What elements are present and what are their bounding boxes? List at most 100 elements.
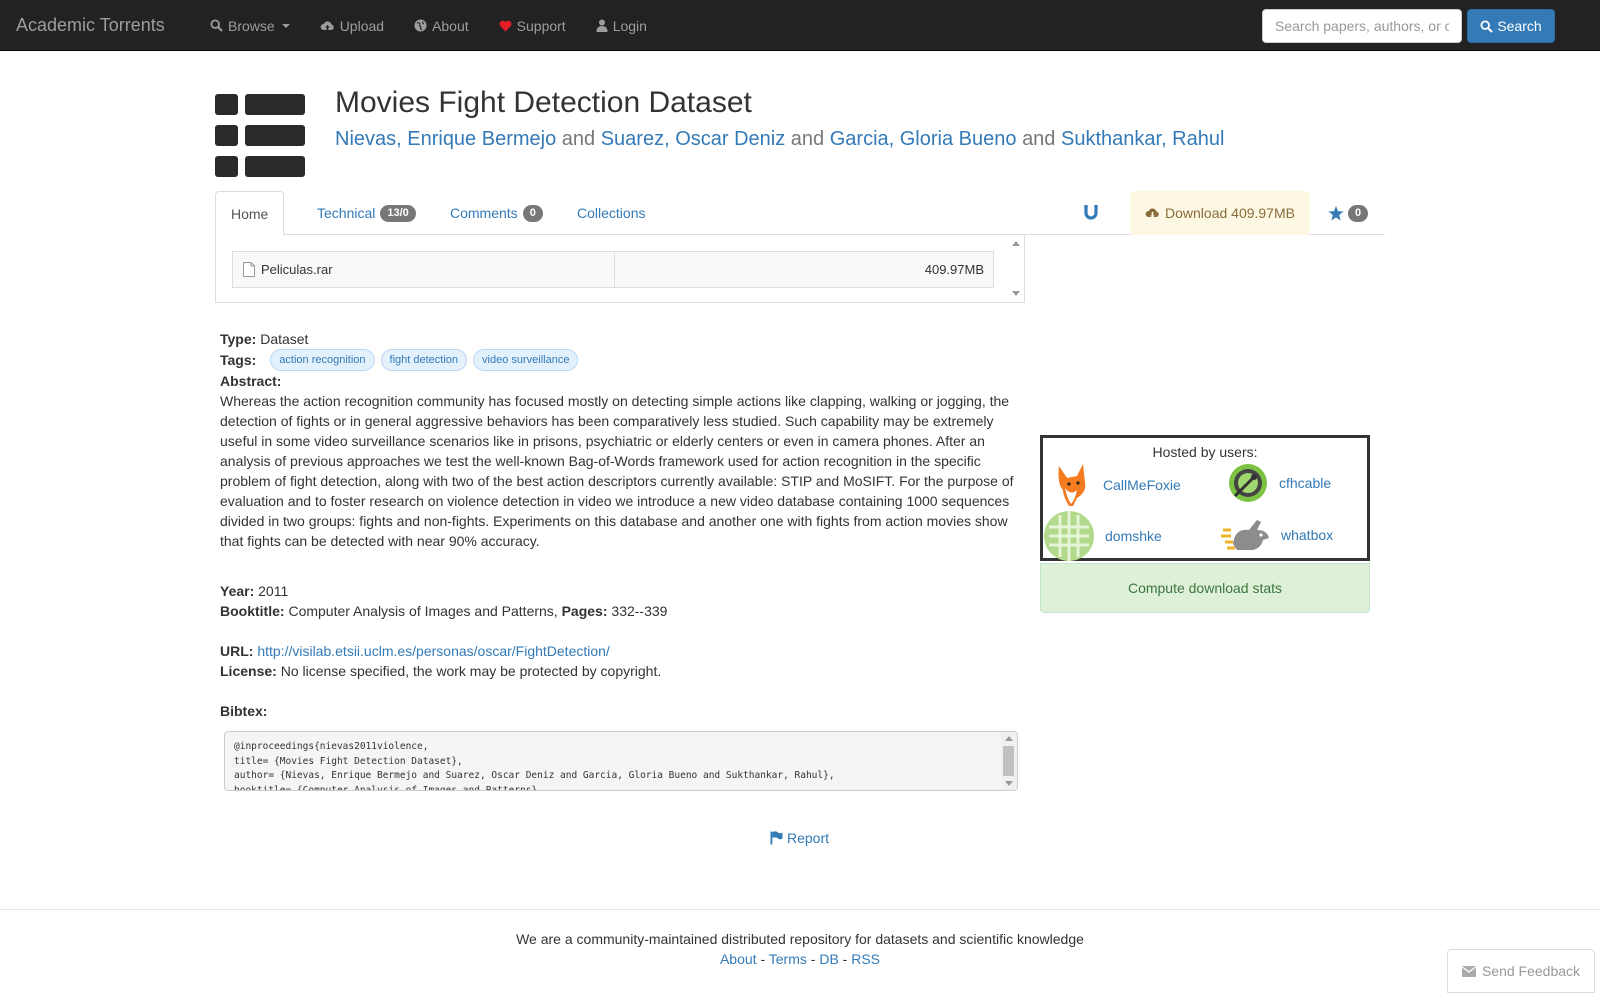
file-list: Peliculas.rar 409.97MB [215,235,1025,303]
footer-separator: - [842,951,852,967]
bibtex-textarea[interactable]: @inproceedings{nievas2011violence, title… [224,731,1018,791]
authors: Nievas, Enrique Bermejo and Suarez, Osca… [335,128,1224,151]
hosted-title: Hosted by users: [1152,444,1258,460]
host-link[interactable]: cfhcable [1279,475,1331,491]
author-separator: and [1022,128,1056,150]
nav-support-label: Support [516,17,566,34]
envelope-icon [1461,965,1476,977]
host-item[interactable]: whatbox [1221,516,1333,554]
host-link[interactable]: domshke [1105,528,1162,544]
abstract-label-text: Abstract: [220,373,282,389]
bibtex-text: @inproceedings{nievas2011violence, title… [234,741,835,791]
search-button[interactable]: Search [1467,9,1555,43]
brand-link[interactable]: Academic Torrents [16,15,165,36]
nav-about[interactable]: About [399,0,484,51]
compute-download-stats-button[interactable]: Compute download stats [1040,563,1370,613]
nav-menu: Browse Upload About Support Login [195,0,662,51]
host-item[interactable]: CallMeFoxie [1049,462,1181,508]
search-icon [210,19,223,32]
author-link[interactable]: Sukthankar, Rahul [1061,128,1224,150]
bibtex-label: Bibtex: [220,701,1020,721]
nav-upload[interactable]: Upload [305,0,399,51]
pages-label: Pages: [561,603,608,619]
technical-badge: 13/0 [380,204,416,222]
heart-icon [499,20,512,31]
tab-comments-label: Comments [450,205,518,221]
footer-db-link[interactable]: DB [819,951,838,967]
year-row: Year: 2011 [220,581,1020,601]
file-list-scrollbar[interactable] [1008,235,1024,302]
scroll-thumb[interactable] [1003,746,1014,776]
cloud-upload-icon [320,20,334,31]
host-link[interactable]: whatbox [1281,527,1333,543]
host-item[interactable]: domshke [1043,511,1162,561]
search-icon [1480,19,1494,33]
page-title: Movies Fight Detection Dataset [335,86,752,119]
footer-rss-link[interactable]: RSS [851,951,880,967]
footer-links: About - Terms - DB - RSS [0,951,1600,967]
host-item[interactable]: cfhcable [1227,462,1331,504]
file-row[interactable]: Peliculas.rar 409.97MB [232,251,994,288]
user-icon [596,19,608,32]
send-feedback-button[interactable]: Send Feedback [1447,949,1595,993]
url-row: URL: http://visilab.etsii.uclm.es/person… [220,641,1020,661]
author-link[interactable]: Suarez, Oscar Deniz [601,128,786,150]
url-label: URL: [220,643,254,659]
booktitle-row: Booktitle: Computer Analysis of Images a… [220,601,1020,621]
nav-browse[interactable]: Browse [195,0,305,51]
bibtex-scrollbar[interactable] [1001,732,1017,790]
author-separator: and [561,128,596,150]
pattern-avatar-icon [1044,511,1094,561]
pages-value: 332--339 [611,603,668,619]
license-label: License: [220,663,277,679]
star-icon [1328,205,1344,220]
nav-support[interactable]: Support [484,0,581,51]
license-value: No license specified, the work may be pr… [280,663,662,679]
year-label: Year: [220,583,255,599]
booktitle-label: Booktitle: [220,603,285,619]
search-input[interactable] [1262,9,1462,43]
tag-link[interactable]: video surveillance [473,349,579,371]
magnet-icon [1084,205,1098,220]
tab-bar: Home Technical 13/0 Comments 0 Collectio… [215,191,1385,236]
magnet-link-button[interactable] [1075,191,1107,235]
type-row: Type: Dataset [220,329,1020,349]
tab-collections-label: Collections [577,205,646,221]
url-link[interactable]: http://visilab.etsii.uclm.es/personas/os… [257,643,610,659]
tag-link[interactable]: fight detection [380,349,468,371]
tab-collections[interactable]: Collections [562,191,660,235]
file-size-cell: 409.97MB [615,252,993,287]
nav-login[interactable]: Login [581,0,662,51]
download-button[interactable]: Download 409.97MB [1130,191,1310,235]
footer-about-link[interactable]: About [720,951,757,967]
file-name: Peliculas.rar [261,262,333,277]
tab-home[interactable]: Home [215,191,285,236]
search-button-label: Search [1497,18,1542,34]
download-button-label: Download 409.97MB [1165,205,1295,221]
navbar: Academic Torrents Browse Upload About Su… [0,0,1600,51]
tab-technical-label: Technical [317,205,376,221]
globe-icon [414,19,427,32]
booktitle-value: Computer Analysis of Images and Patterns… [288,603,558,619]
star-button[interactable]: 0 [1320,191,1370,235]
author-link[interactable]: Garcia, Gloria Bueno [830,128,1017,150]
tag-link[interactable]: action recognition [270,349,375,371]
host-link[interactable]: CallMeFoxie [1103,477,1181,493]
footer-terms-link[interactable]: Terms [769,951,807,967]
tab-comments[interactable]: Comments 0 [435,191,558,235]
tags-label: Tags: [220,352,257,368]
paper-details: Type: Dataset Tags: action recognition f… [220,329,1020,721]
year-value: 2011 [258,583,289,599]
author-link[interactable]: Nievas, Enrique Bermejo [335,128,556,150]
nav-login-label: Login [612,17,647,34]
abstract-text: Whereas the action recognition community… [220,393,1014,549]
scroll-down-icon [1012,291,1020,296]
report-link[interactable]: Report [770,830,829,846]
flag-icon [770,831,783,845]
fox-avatar-icon [1058,464,1086,506]
file-size: 409.97MB [924,262,984,277]
tab-technical[interactable]: Technical 13/0 [302,191,431,235]
file-name-cell: Peliculas.rar [233,252,615,287]
